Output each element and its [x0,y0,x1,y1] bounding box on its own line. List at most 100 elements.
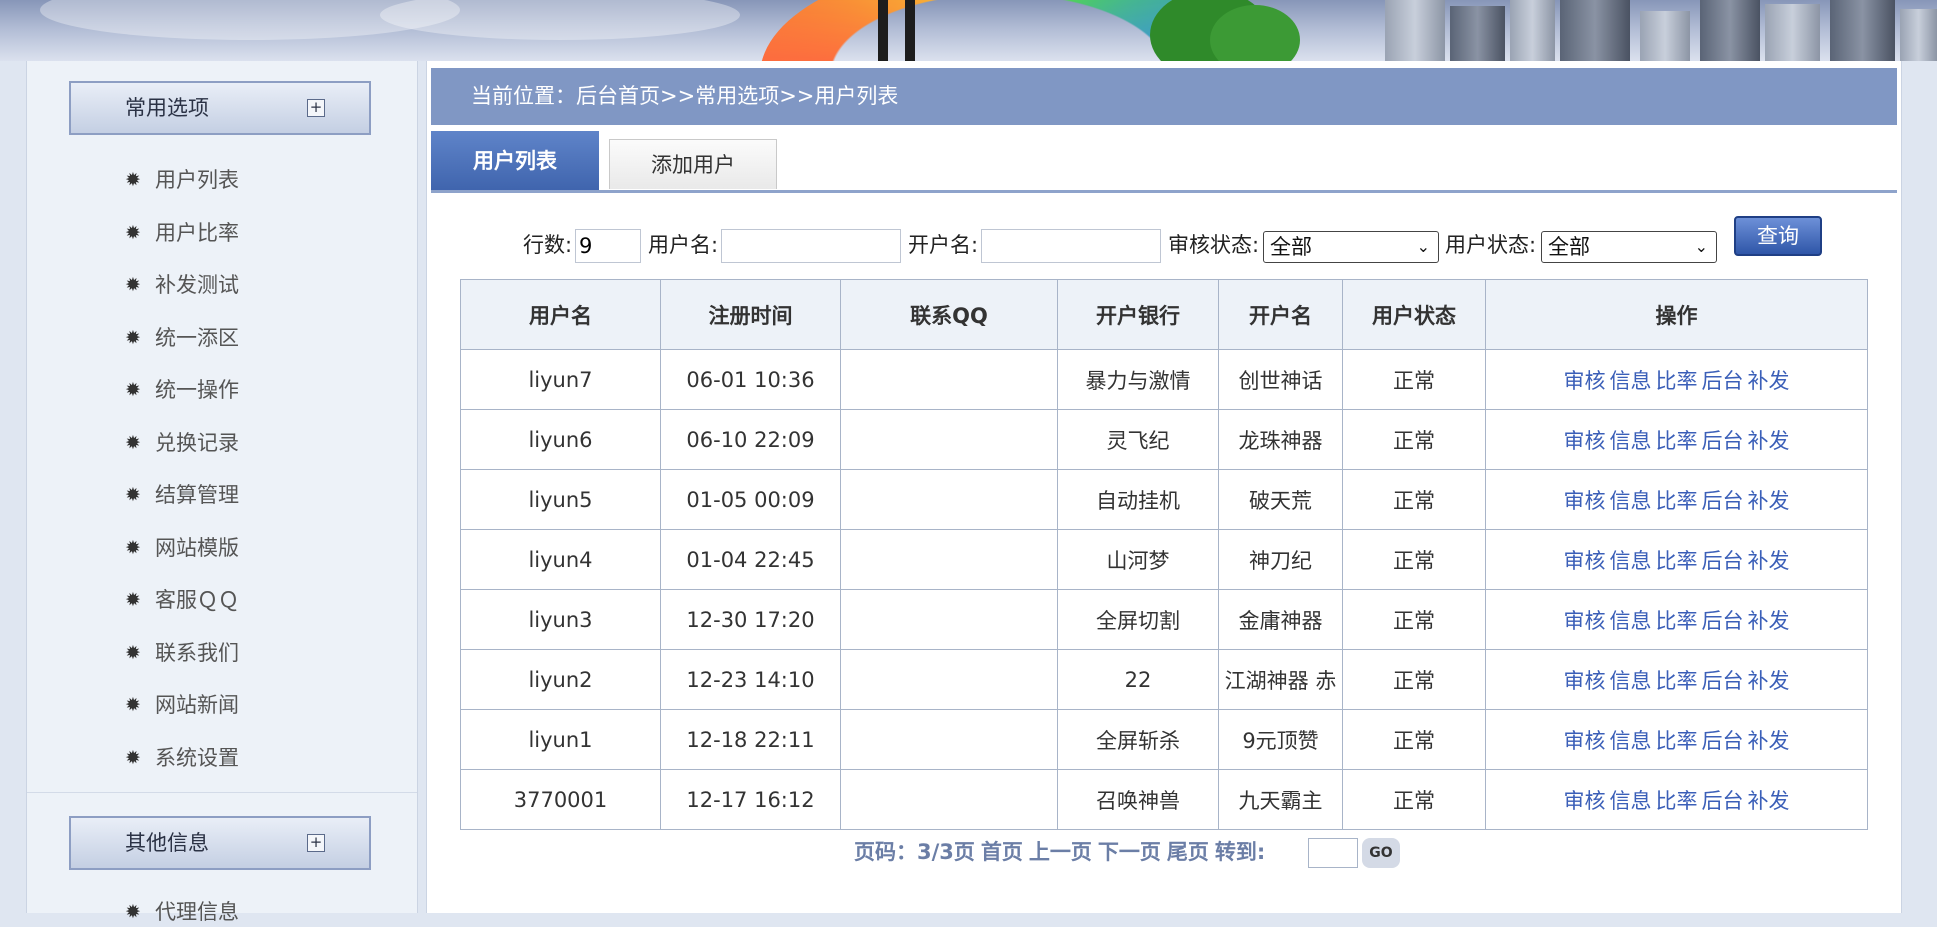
username-input[interactable] [721,229,901,263]
action-link[interactable]: 比率 [1656,669,1698,693]
user-status-select[interactable]: 全部 ⌄ [1541,231,1717,263]
plus-box-icon[interactable]: + [307,99,325,117]
action-link[interactable]: 信息 [1610,729,1652,753]
table-cell-time: 12-23 14:10 [660,649,841,710]
plus-box-icon[interactable]: + [307,834,325,852]
action-link[interactable]: 信息 [1610,489,1652,513]
action-link[interactable]: 审核 [1564,549,1606,573]
table-row: liyun6 06-10 22:09 灵飞纪 龙珠神器 正常 审核 信息 比率 后台 补发 [460,409,1868,470]
first-page-link[interactable]: 首页 [981,840,1023,864]
action-link[interactable]: 后台 [1702,609,1744,633]
table-cell-user: liyun4 [460,529,661,590]
action-link[interactable]: 补发 [1748,549,1790,573]
table-cell-qq [840,769,1058,830]
column-header[interactable]: 联系QQ [840,279,1058,350]
table-row: liyun3 12-30 17:20 全屏切割 金庸神器 正常 审核 信息 比率 后台 补发 [460,589,1868,650]
action-link[interactable]: 信息 [1610,429,1652,453]
goto-page-input[interactable] [1308,838,1358,868]
goto-label: 转到: [1214,840,1266,864]
action-link[interactable]: 审核 [1564,609,1606,633]
tab-user-list[interactable]: 用户列表 [431,131,599,191]
action-link[interactable]: 信息 [1610,369,1652,393]
action-link[interactable]: 比率 [1656,609,1698,633]
tab-add-user[interactable]: 添加用户 [609,139,777,189]
column-header[interactable]: 用户名 [460,279,661,350]
table-cell-bank: 全屏切割 [1057,589,1219,650]
action-link[interactable]: 比率 [1656,369,1698,393]
rows-input[interactable] [575,229,641,263]
action-link[interactable]: 比率 [1656,489,1698,513]
action-link[interactable]: 审核 [1564,429,1606,453]
table-cell-time: 12-17 16:12 [660,769,841,830]
main-panel: 当前位置：后台首页>>常用选项>>用户列表 用户列表 添加用户 行数: 用户名:… [426,61,1902,913]
action-link[interactable]: 后台 [1702,789,1744,813]
next-page-link[interactable]: 下一页 [1098,840,1161,864]
action-link[interactable]: 补发 [1748,369,1790,393]
rows-label: 行数: [523,233,573,257]
action-link[interactable]: 补发 [1748,609,1790,633]
column-header[interactable]: 用户状态 [1342,279,1486,350]
action-link[interactable]: 后台 [1702,369,1744,393]
table-cell-status: 正常 [1342,709,1486,770]
menu-header-title: 其他信息 [125,831,209,855]
action-link[interactable]: 信息 [1610,789,1652,813]
menu-header-other[interactable]: 其他信息 + [69,816,371,870]
table-row: liyun4 01-04 22:45 山河梦 神刀纪 正常 审核 信息 比率 后台 补发 [460,529,1868,590]
action-link[interactable]: 补发 [1748,489,1790,513]
sidebar-item-label: 代理信息 [155,900,239,924]
action-link[interactable]: 后台 [1702,729,1744,753]
menu-header-common[interactable]: 常用选项 + [69,81,371,135]
last-page-link[interactable]: 尾页 [1167,840,1209,864]
action-link[interactable]: 审核 [1564,369,1606,393]
action-link[interactable]: 后台 [1702,489,1744,513]
action-link[interactable]: 信息 [1610,669,1652,693]
gear-icon: ✹ [125,222,141,244]
action-link[interactable]: 审核 [1564,669,1606,693]
table-cell-actions: 审核 信息 比率 后台 补发 [1485,649,1868,710]
go-button[interactable]: GO [1362,838,1400,868]
table-row: liyun5 01-05 00:09 自动挂机 破天荒 正常 审核 信息 比率 后台 补发 [460,469,1868,530]
table-cell-name: 9元顶赞 [1218,709,1343,770]
table-row: liyun2 12-23 14:10 22 江湖神器 赤正常 审核 信息 比率 后台 补发 [460,649,1868,710]
table-cell-bank: 暴力与激情 [1057,349,1219,410]
action-link[interactable]: 信息 [1610,549,1652,573]
action-link[interactable]: 比率 [1656,549,1698,573]
table-cell-qq [840,589,1058,650]
table-row: 3770001 12-17 16:12 召唤神兽 九天霸主 正常 审核 信息 比率 后台 补发 [460,769,1868,830]
action-link[interactable]: 后台 [1702,669,1744,693]
action-link[interactable]: 信息 [1610,609,1652,633]
action-link[interactable]: 比率 [1656,429,1698,453]
table-cell-time: 06-10 22:09 [660,409,841,470]
action-link[interactable]: 后台 [1702,429,1744,453]
chevron-down-icon: ⌄ [1694,237,1708,256]
table-cell-user: liyun7 [460,349,661,410]
action-link[interactable]: 比率 [1656,789,1698,813]
table-cell-time: 12-30 17:20 [660,589,841,650]
action-link[interactable]: 后台 [1702,549,1744,573]
table-cell-bank: 召唤神兽 [1057,769,1219,830]
table-cell-status: 正常 [1342,769,1486,830]
action-link[interactable]: 补发 [1748,429,1790,453]
table-cell-bank: 全屏斩杀 [1057,709,1219,770]
table-cell-actions: 审核 信息 比率 后台 补发 [1485,349,1868,410]
table-cell-bank: 22 [1057,649,1219,710]
prev-page-link[interactable]: 上一页 [1029,840,1092,864]
action-link[interactable]: 审核 [1564,489,1606,513]
sidebar-item-label: 系统设置 [155,746,239,770]
action-link[interactable]: 审核 [1564,789,1606,813]
account-name-input[interactable] [981,229,1161,263]
column-header[interactable]: 开户名 [1218,279,1343,350]
action-link[interactable]: 审核 [1564,729,1606,753]
review-status-select[interactable]: 全部 ⌄ [1263,231,1439,263]
column-header[interactable]: 开户银行 [1057,279,1219,350]
column-header[interactable]: 操作 [1485,279,1868,350]
username-label: 用户名: [648,233,719,257]
query-button[interactable]: 查询 [1734,216,1822,256]
table-cell-qq [840,349,1058,410]
action-link[interactable]: 补发 [1748,729,1790,753]
column-header[interactable]: 注册时间 [660,279,841,350]
action-link[interactable]: 补发 [1748,669,1790,693]
action-link[interactable]: 比率 [1656,729,1698,753]
table-cell-user: liyun1 [460,709,661,770]
action-link[interactable]: 补发 [1748,789,1790,813]
